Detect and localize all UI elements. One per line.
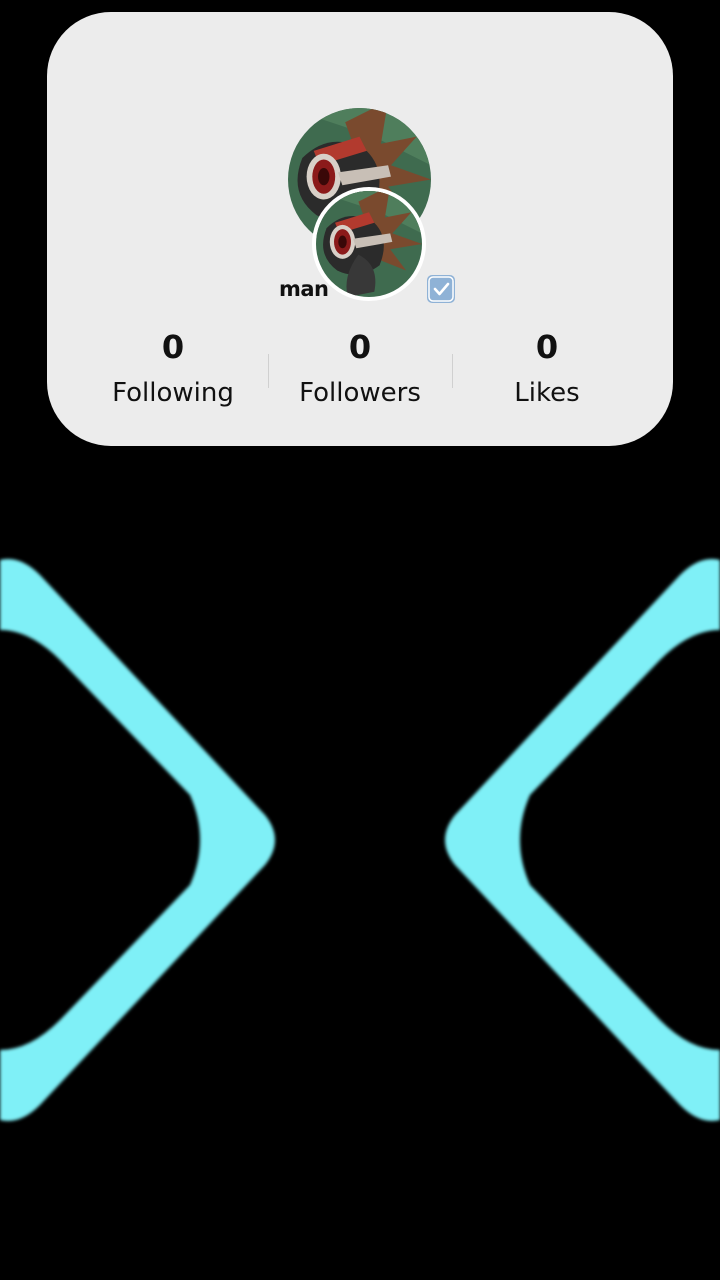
- username-row: man: [279, 274, 455, 304]
- followers-label: Followers: [299, 378, 421, 408]
- stat-likes[interactable]: 0 Likes: [462, 324, 632, 416]
- profile-stats: 0 Following 0 Followers 0 Likes: [47, 324, 673, 434]
- screen: man 0 Following 0 Followers 0 Likes: [0, 0, 720, 1280]
- stat-divider: [452, 354, 453, 388]
- followers-count: 0: [348, 328, 372, 366]
- following-count: 0: [161, 328, 185, 366]
- stat-following[interactable]: 0 Following: [88, 324, 258, 416]
- likes-label: Likes: [514, 378, 580, 408]
- stat-divider: [268, 354, 269, 388]
- cyan-chevron-graphic: [0, 559, 720, 1121]
- stat-followers[interactable]: 0 Followers: [275, 324, 445, 416]
- likes-count: 0: [535, 328, 559, 366]
- following-label: Following: [112, 378, 234, 408]
- username[interactable]: man: [279, 277, 329, 301]
- verified-check-icon: [426, 275, 455, 303]
- profile-card: man 0 Following 0 Followers 0 Likes: [47, 12, 673, 446]
